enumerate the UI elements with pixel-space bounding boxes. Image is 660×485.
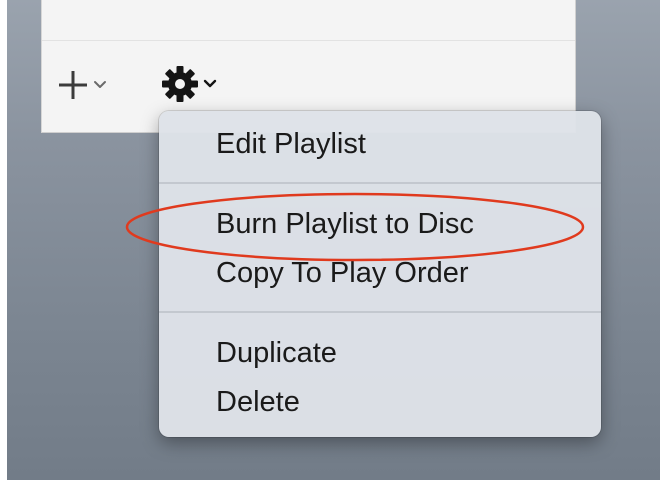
menu-item-edit-playlist[interactable]: Edit Playlist xyxy=(216,127,366,161)
chevron-down-icon xyxy=(94,81,106,88)
chevron-down-icon xyxy=(203,79,217,88)
playlist-settings-button[interactable] xyxy=(160,64,217,104)
plus-icon xyxy=(59,71,87,99)
panel-divider xyxy=(42,40,575,41)
gear-icon xyxy=(162,66,198,102)
menu-separator xyxy=(159,311,601,313)
menu-item-copy-to-play-order[interactable]: Copy To Play Order xyxy=(216,256,469,290)
menu-item-duplicate[interactable]: Duplicate xyxy=(216,336,337,370)
menu-item-burn-playlist-to-disc[interactable]: Burn Playlist to Disc xyxy=(216,207,474,241)
menu-item-delete[interactable]: Delete xyxy=(216,385,300,419)
menu-separator xyxy=(159,182,601,184)
playlist-context-menu: Edit Playlist Burn Playlist to Disc Copy… xyxy=(159,111,601,437)
add-playlist-button[interactable] xyxy=(56,68,107,102)
